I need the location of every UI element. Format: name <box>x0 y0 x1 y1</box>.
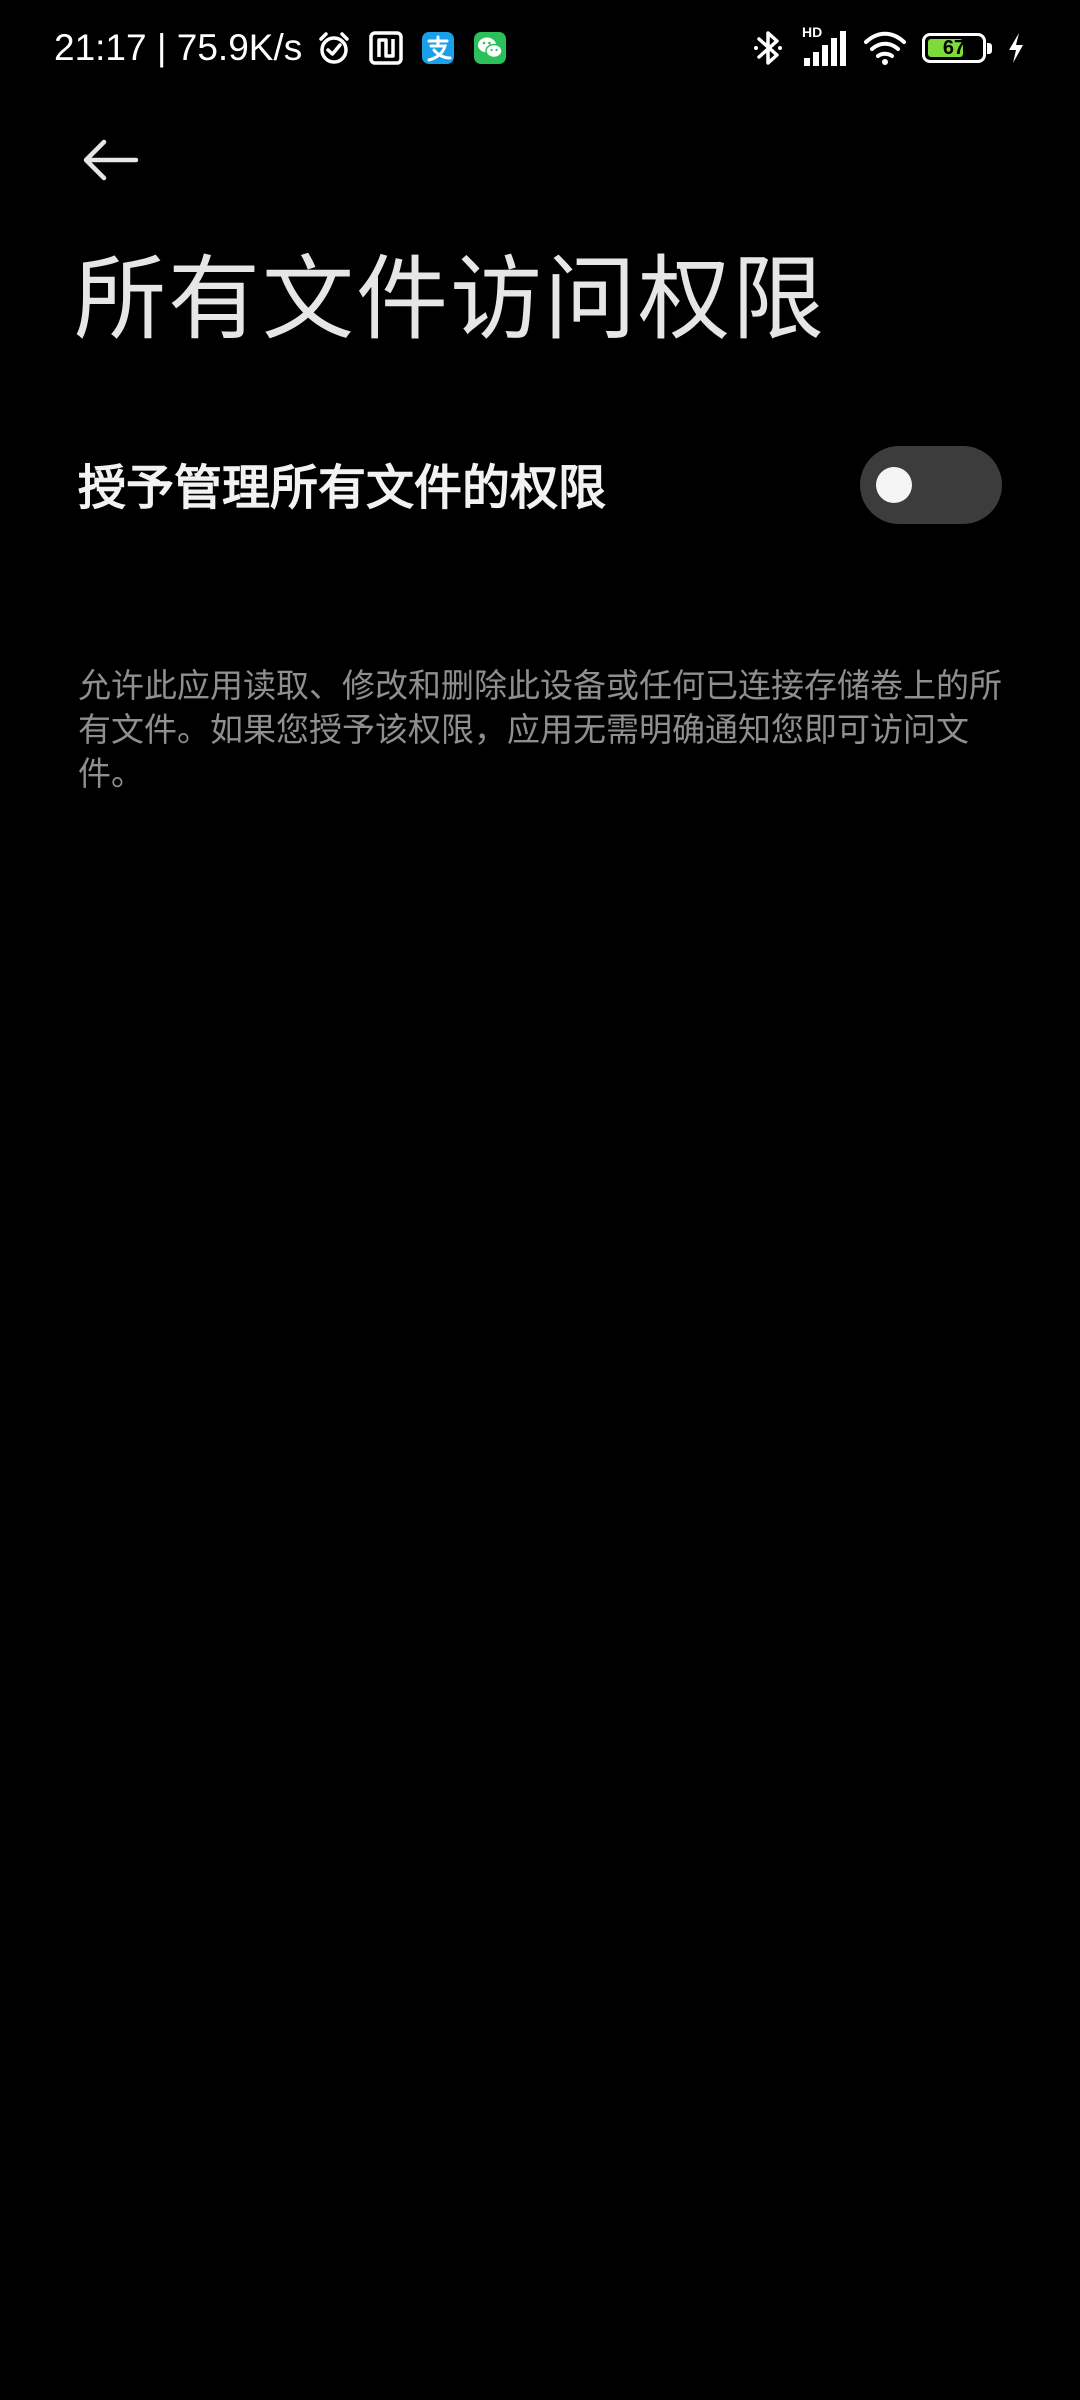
time-and-speed: 21:17 | 75.9K/s <box>54 27 303 68</box>
alarm-icon <box>314 28 354 68</box>
nfc-icon <box>366 28 406 68</box>
signal-icon: HD <box>802 24 848 68</box>
setting-label: 授予管理所有文件的权限 <box>78 460 607 516</box>
status-right: HD 67 <box>748 24 1026 72</box>
arrow-left-icon <box>83 139 139 181</box>
alipay-icon <box>418 28 458 68</box>
permission-toggle[interactable] <box>860 446 1002 524</box>
battery-nub <box>987 43 992 54</box>
battery-level: 67 <box>942 37 966 59</box>
wifi-icon <box>862 28 908 68</box>
permission-description: 允许此应用读取、修改和删除此设备或任何已连接存储卷上的所有文件。如果您授予该权限… <box>78 666 1002 793</box>
page-title: 所有文件访问权限 <box>74 246 827 353</box>
back-button[interactable] <box>68 118 152 202</box>
status-bar: 21:17 | 75.9K/s HD 67 <box>0 0 1080 96</box>
toggle-knob <box>876 467 912 503</box>
bluetooth-icon <box>748 28 788 68</box>
manage-all-files-setting[interactable]: 授予管理所有文件的权限 <box>0 420 1080 550</box>
wechat-icon <box>470 28 510 68</box>
charging-bolt-icon <box>1006 28 1026 68</box>
battery-icon: 67 <box>922 33 992 63</box>
status-left: 21:17 | 75.9K/s <box>54 24 510 72</box>
